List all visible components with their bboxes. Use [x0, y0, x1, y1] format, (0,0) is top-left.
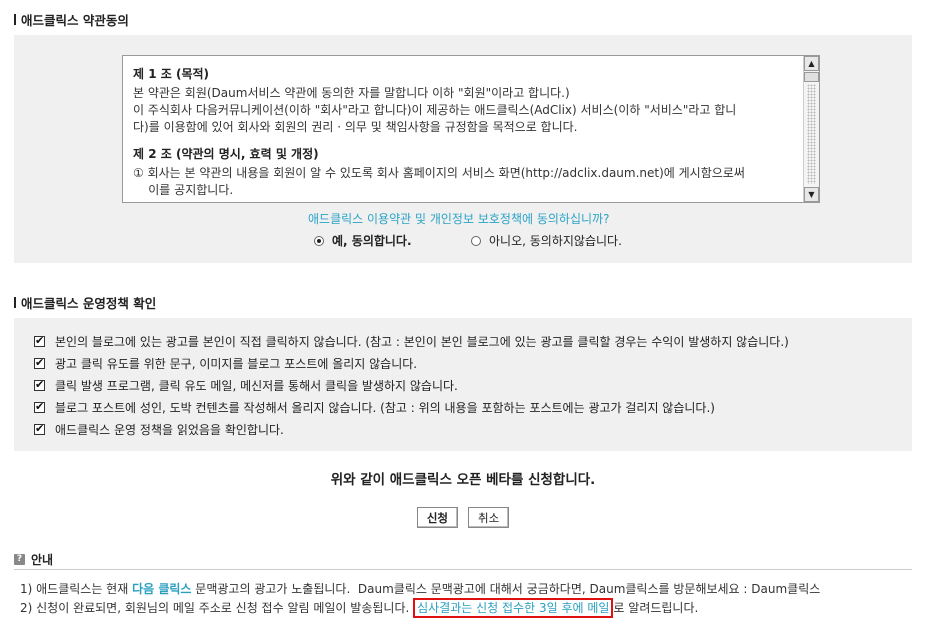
policy-checkbox-2[interactable] — [34, 356, 45, 369]
disagree-radio[interactable] — [471, 235, 481, 246]
terms-section-title: 애드클릭스 약관동의 — [14, 10, 129, 29]
terms-scrollbar[interactable]: ▲ ▼ — [803, 56, 819, 202]
article-2-title: 제 2 조 (약관의 명시, 효력 및 개정) — [133, 147, 319, 161]
article-1-body: 본 약관은 회원(Daum서비스 약관에 동의한 자를 말합니다 이하 "회원"… — [133, 86, 737, 134]
policy-item-2[interactable]: 광고 클릭 유도를 위한 문구, 이미지를 블로그 포스트에 올리지 않습니다. — [34, 352, 789, 374]
review-result-highlight: 심사결과는 신청 접수한 3일 후에 메일 — [413, 598, 614, 618]
info-section-title: ? 안내 — [14, 551, 53, 568]
agree-label[interactable]: 예, 동의합니다. — [332, 232, 412, 249]
article-1-title: 제 1 조 (목적) — [133, 67, 210, 81]
policy-section-title: 애드클릭스 운영정책 확인 — [14, 293, 156, 312]
policy-checklist: 본인의 블로그에 있는 광고를 본인이 직접 클릭하지 않습니다. (참고 : … — [34, 330, 789, 440]
question-icon: ? — [14, 554, 25, 565]
apply-statement: 위와 같이 애드클릭스 오픈 베타를 신청합니다. — [330, 472, 596, 488]
disagree-radio-option[interactable]: 아니오, 동의하지않습니다. — [471, 232, 622, 249]
submit-button[interactable]: 신청 — [416, 507, 458, 528]
scroll-up-icon[interactable]: ▲ — [804, 56, 819, 71]
daum-clix-link[interactable]: 다음 클릭스 — [132, 582, 191, 596]
policy-item-3[interactable]: 클릭 발생 프로그램, 클릭 유도 메일, 메신저를 통해서 클릭을 발생하지 … — [34, 374, 789, 396]
policy-checkbox-4[interactable] — [34, 400, 45, 413]
agree-question: 애드클릭스 이용약관 및 개인정보 보호정책에 동의하십니까? — [308, 212, 610, 226]
policy-checkbox-1[interactable] — [34, 334, 45, 347]
agree-radio-option[interactable]: 예, 동의합니다. — [314, 232, 412, 249]
info-line-2: 2) 신청이 완료되면, 회원님의 메일 주소로 신청 접수 알림 메일이 발송… — [20, 598, 698, 618]
info-divider — [14, 569, 912, 570]
policy-item-4[interactable]: 블로그 포스트에 성인, 도박 컨텐츠를 작성해서 올리지 않습니다. (참고 … — [34, 396, 789, 418]
policy-item-5[interactable]: 애드클릭스 운영 정책을 읽었음을 확인합니다. — [34, 418, 789, 440]
policy-checkbox-3[interactable] — [34, 378, 45, 391]
terms-scroll-box[interactable]: 제 1 조 (목적) 본 약관은 회원(Daum서비스 약관에 동의한 자를 말… — [122, 55, 820, 203]
scroll-thumb[interactable] — [804, 72, 819, 82]
scroll-track[interactable] — [807, 84, 816, 184]
apply-button-row: 신청 취소 — [0, 507, 926, 528]
policy-item-1[interactable]: 본인의 블로그에 있는 광고를 본인이 직접 클릭하지 않습니다. (참고 : … — [34, 330, 789, 352]
info-line-1: 1) 애드클릭스는 현재 다음 클릭스 문맥광고의 광고가 노출됩니다. Dau… — [20, 582, 821, 596]
title-bar-marker — [14, 14, 16, 25]
terms-content: 제 1 조 (목적) 본 약관은 회원(Daum서비스 약관에 동의한 자를 말… — [133, 66, 803, 202]
scroll-down-icon[interactable]: ▼ — [804, 187, 819, 202]
disagree-label[interactable]: 아니오, 동의하지않습니다. — [489, 232, 622, 249]
policy-checkbox-5[interactable] — [34, 422, 45, 435]
title-bar-marker — [14, 297, 16, 308]
agree-radio[interactable] — [314, 235, 324, 246]
cancel-button[interactable]: 취소 — [468, 507, 510, 528]
article-2-body: ① 회사는 본 약관의 내용을 회원이 알 수 있도록 회사 홈페이지의 서비스… — [133, 166, 745, 197]
